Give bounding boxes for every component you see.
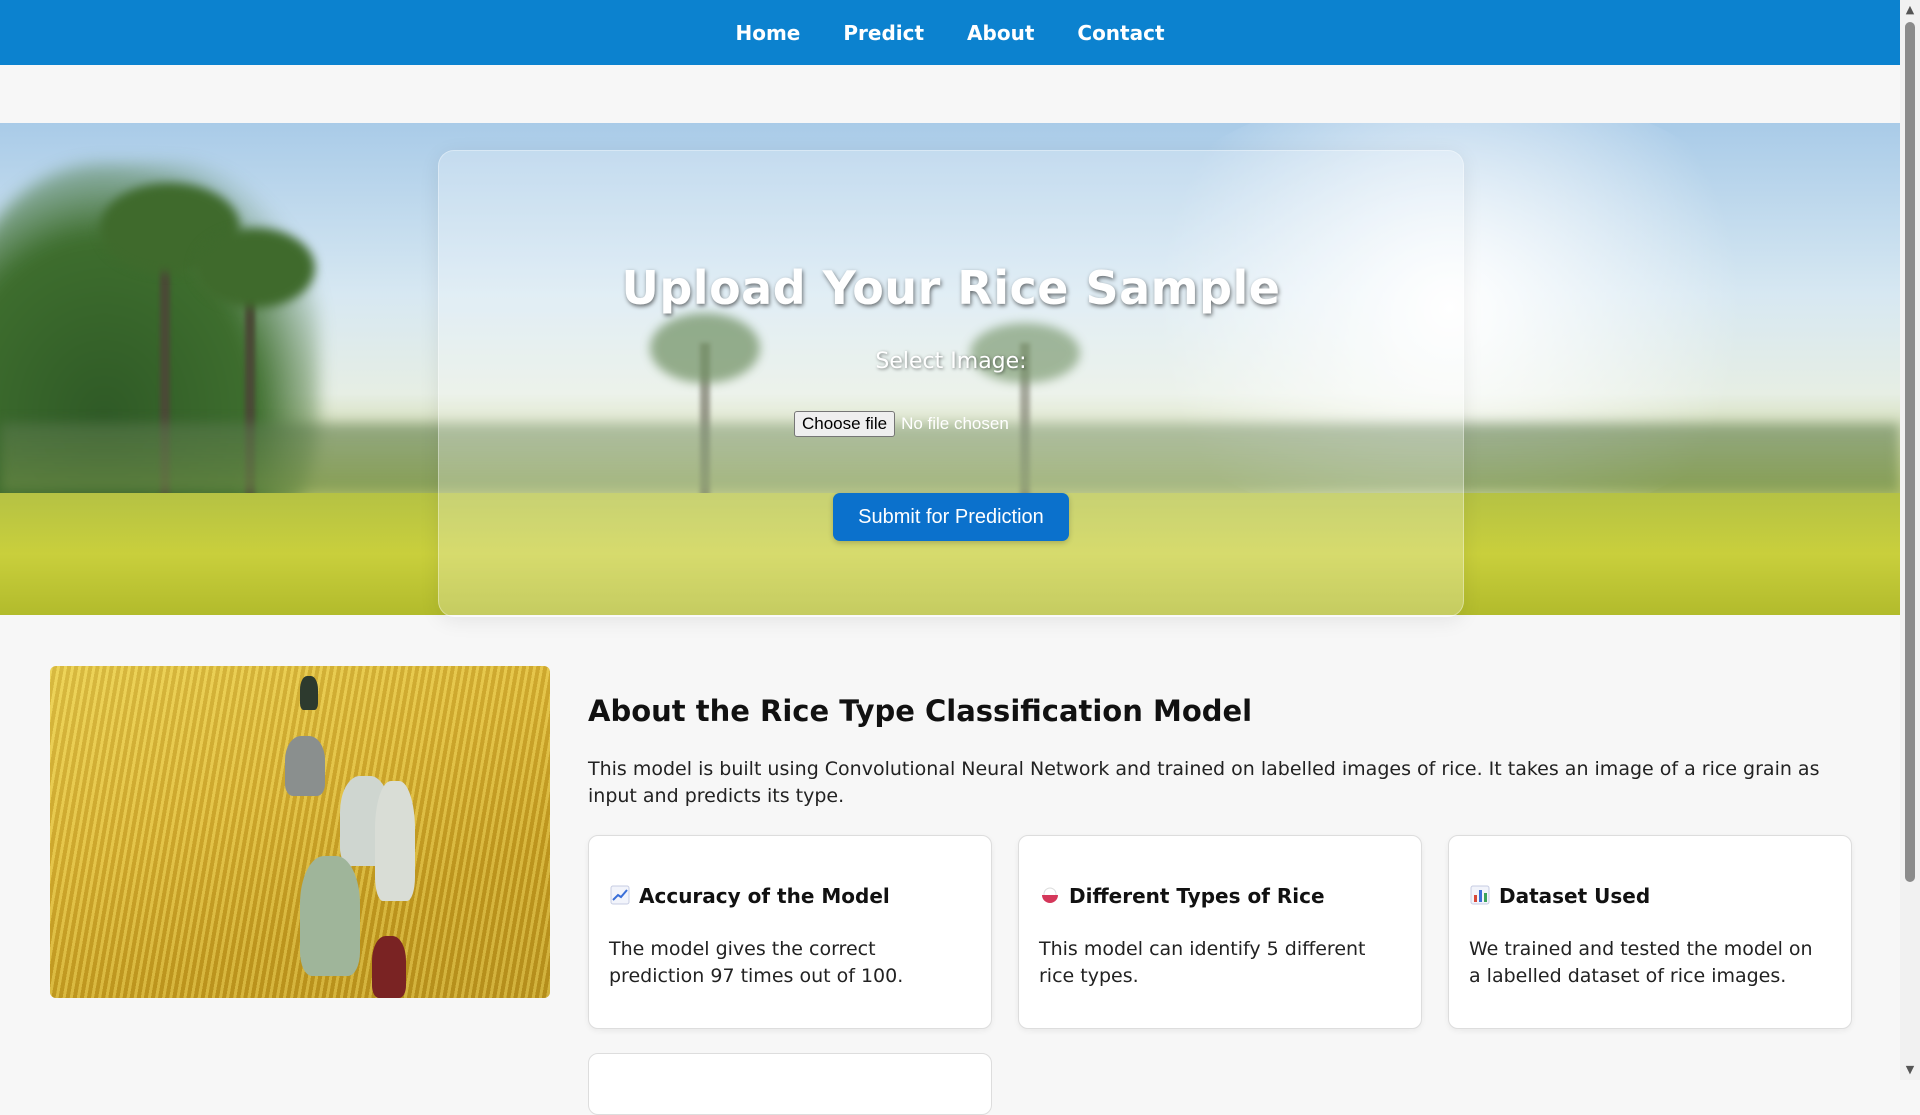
- photo-worker: [285, 736, 325, 796]
- rice-types-card: Different Types of Rice This model can i…: [1018, 835, 1422, 1029]
- about-title: About the Rice Type Classification Model: [588, 694, 1253, 728]
- accuracy-card-title: Accuracy of the Model: [639, 884, 890, 908]
- top-nav: Home Predict About Contact: [0, 0, 1900, 65]
- nav-home-link[interactable]: Home: [735, 21, 800, 45]
- accuracy-card-heading: Accuracy of the Model: [609, 884, 890, 908]
- file-status-text: No file chosen: [901, 414, 1009, 433]
- accuracy-card-text: The model gives the correct prediction 9…: [609, 938, 904, 987]
- rice-harvest-photo: [50, 666, 550, 998]
- rice-types-card-heading: Different Types of Rice: [1039, 884, 1325, 908]
- photo-worker: [300, 856, 360, 976]
- photo-worker: [375, 781, 415, 901]
- photo-worker: [372, 936, 406, 998]
- about-description: This model is built using Convolutional …: [588, 758, 1820, 807]
- dataset-card: Dataset Used We trained and tested the m…: [1448, 835, 1852, 1029]
- dataset-card-title: Dataset Used: [1499, 884, 1651, 908]
- palm-crown: [195, 228, 315, 308]
- select-image-label: Select Image:: [875, 349, 1027, 374]
- scrollbar-thumb[interactable]: [1905, 22, 1915, 882]
- rice-types-card-title: Different Types of Rice: [1069, 884, 1325, 908]
- scroll-down-arrow-icon[interactable]: ▼: [1900, 1060, 1920, 1080]
- nav-predict-link[interactable]: Predict: [843, 21, 924, 45]
- accuracy-card: Accuracy of the Model The model gives th…: [588, 835, 992, 1029]
- photo-worker: [300, 676, 318, 710]
- rice-bowl-icon: [1039, 885, 1061, 907]
- nav-contact-link[interactable]: Contact: [1077, 21, 1164, 45]
- page-scrollbar[interactable]: ▲ ▼: [1900, 0, 1920, 1080]
- dataset-card-heading: Dataset Used: [1469, 884, 1650, 908]
- choose-file-button[interactable]: Choose file: [794, 411, 896, 437]
- chart-increasing-icon: [609, 885, 631, 907]
- bar-chart-icon: [1469, 885, 1491, 907]
- submit-prediction-button[interactable]: Submit for Prediction: [833, 493, 1069, 541]
- partial-card: [588, 1053, 992, 1115]
- scroll-up-arrow-icon[interactable]: ▲: [1900, 0, 1920, 20]
- upload-title: Upload Your Rice Sample: [621, 261, 1281, 315]
- dataset-card-text: We trained and tested the model on a lab…: [1469, 938, 1813, 987]
- upload-card: Upload Your Rice Sample Select Image: Ch…: [438, 150, 1464, 617]
- nav-about-link[interactable]: About: [967, 21, 1034, 45]
- file-input[interactable]: Choose file No file chosen: [794, 411, 1009, 437]
- rice-types-card-text: This model can identify 5 different rice…: [1039, 938, 1366, 987]
